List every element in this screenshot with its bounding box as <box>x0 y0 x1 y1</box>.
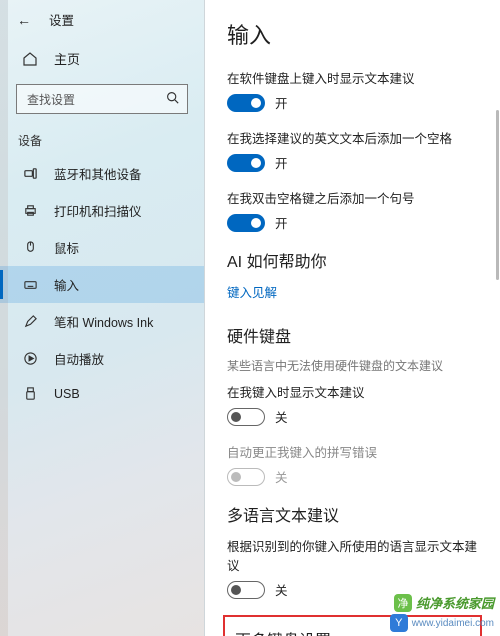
autoplay-icon <box>22 351 38 366</box>
toggle-multilang[interactable] <box>227 581 265 599</box>
setting-label: 根据识别到的你键入所使用的语言显示文本建议 <box>227 536 478 574</box>
home-icon <box>22 51 38 67</box>
section-title-multilang: 多语言文本建议 <box>227 502 478 526</box>
mouse-icon <box>22 240 38 255</box>
home-label: 主页 <box>54 49 80 68</box>
home-nav[interactable]: 主页 <box>0 39 204 78</box>
toggle-hw-suggestions[interactable] <box>227 408 265 426</box>
sidebar-item-label: USB <box>54 387 80 401</box>
hardware-desc: 某些语言中无法使用硬件键盘的文本建议 <box>227 357 478 374</box>
annotation-highlight: 更多键盘设置 高级键盘设置 <box>223 615 482 636</box>
section-label: 设备 <box>0 128 204 155</box>
bluetooth-icon <box>22 166 38 181</box>
search-wrap: 查找设置 <box>0 78 204 128</box>
sidebar-item-label: 自动播放 <box>54 349 104 368</box>
toggle-state: 关 <box>275 467 288 486</box>
setting-label: 在我键入时显示文本建议 <box>227 382 478 401</box>
toggle-add-period[interactable] <box>227 214 265 232</box>
scrollbar-thumb[interactable] <box>496 110 499 280</box>
search-placeholder: 查找设置 <box>27 91 75 108</box>
sidebar-item-label: 蓝牙和其他设备 <box>54 164 142 183</box>
setting-label: 在我双击空格键之后添加一个句号 <box>227 188 478 207</box>
content-pane: 输入 在软件键盘上键入时显示文本建议 开 在我选择建议的英文文本后添加一个空格 … <box>205 0 500 636</box>
usb-icon <box>22 386 38 401</box>
toggle-state: 关 <box>275 407 288 426</box>
toggle-state: 开 <box>275 213 288 232</box>
printer-icon <box>22 203 38 218</box>
section-title-more: 更多键盘设置 <box>235 627 470 636</box>
section-title-ai: AI 如何帮助你 <box>227 248 478 272</box>
sidebar-item-mouse[interactable]: 鼠标 <box>0 229 204 266</box>
sidebar-item-label: 输入 <box>54 275 79 294</box>
pen-icon <box>22 314 38 329</box>
sidebar-item-pen[interactable]: 笔和 Windows Ink <box>0 303 204 340</box>
toggle-state: 关 <box>275 580 288 599</box>
back-icon[interactable]: ← <box>17 13 31 27</box>
sidebar-item-bluetooth[interactable]: 蓝牙和其他设备 <box>0 155 204 192</box>
toggle-state: 开 <box>275 93 288 112</box>
scrollbar[interactable] <box>496 0 499 636</box>
keyboard-icon <box>22 277 38 292</box>
setting-label: 自动更正我键入的拼写错误 <box>227 442 478 461</box>
toggle-hw-autocorrect <box>227 468 265 486</box>
sidebar-item-label: 笔和 Windows Ink <box>54 312 153 331</box>
sidebar-item-autoplay[interactable]: 自动播放 <box>0 340 204 377</box>
toggle-add-space[interactable] <box>227 154 265 172</box>
nav-list: 蓝牙和其他设备 打印机和扫描仪 鼠标 <box>0 155 204 410</box>
toggle-show-suggestions[interactable] <box>227 94 265 112</box>
setting-label: 在我选择建议的英文文本后添加一个空格 <box>227 128 478 147</box>
link-typing-insights[interactable]: 键入见解 <box>227 282 277 301</box>
setting-label: 在软件键盘上键入时显示文本建议 <box>227 68 478 87</box>
sidebar-item-typing[interactable]: 输入 <box>0 266 204 303</box>
search-input[interactable]: 查找设置 <box>16 84 188 114</box>
sidebar-item-usb[interactable]: USB <box>0 377 204 410</box>
sidebar-item-label: 打印机和扫描仪 <box>54 201 142 220</box>
sidebar: ← 设置 主页 查找设置 设备 <box>0 0 205 636</box>
sidebar-item-printers[interactable]: 打印机和扫描仪 <box>0 192 204 229</box>
section-title-hardware: 硬件键盘 <box>227 323 478 347</box>
sidebar-item-label: 鼠标 <box>54 238 79 257</box>
toggle-state: 开 <box>275 153 288 172</box>
search-icon <box>166 91 179 107</box>
window-title: 设置 <box>49 10 74 29</box>
page-title: 输入 <box>227 18 478 50</box>
